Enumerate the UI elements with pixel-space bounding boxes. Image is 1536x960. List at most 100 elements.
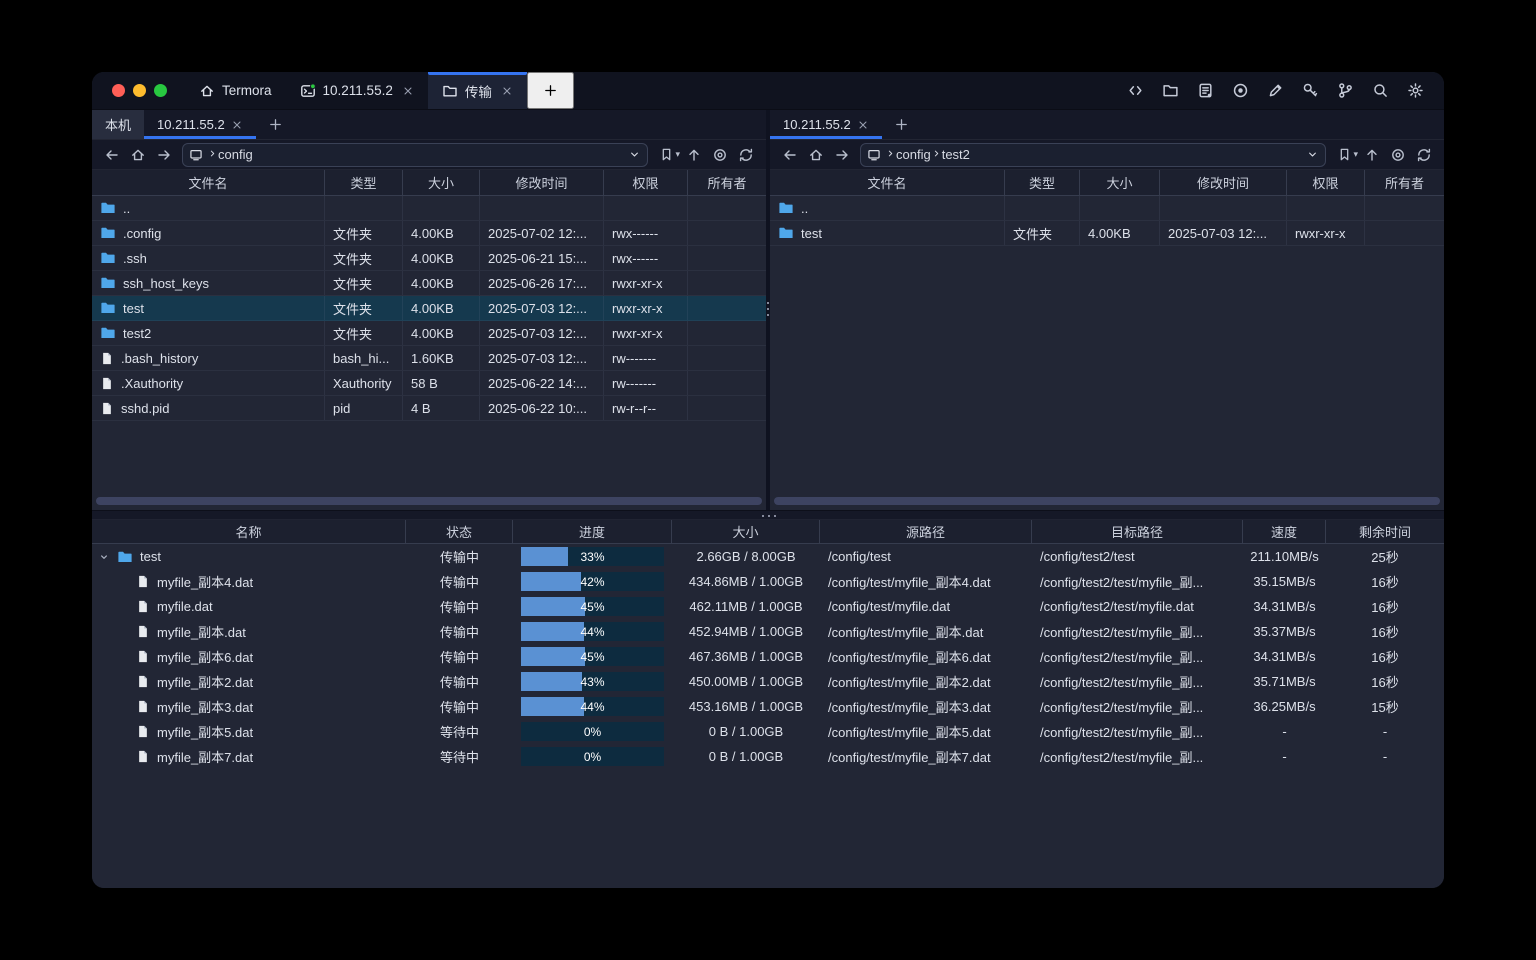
column-header[interactable]: 状态 — [406, 520, 513, 543]
transfer-row[interactable]: myfile_副本4.dat传输中42%434.86MB / 1.00GB/co… — [92, 569, 1444, 594]
path-segment[interactable]: test2 — [942, 147, 970, 162]
code-button[interactable] — [1122, 78, 1148, 104]
transfer-row[interactable]: myfile_副本6.dat传输中45%467.36MB / 1.00GB/co… — [92, 644, 1444, 669]
show-hidden-button[interactable] — [708, 143, 732, 167]
tab-remote-host[interactable]: 10.211.55.2 — [144, 110, 256, 139]
notes-button[interactable] — [1192, 78, 1218, 104]
transfer-row[interactable]: myfile_副本7.dat等待中0%0 B / 1.00GB/config/t… — [92, 744, 1444, 769]
column-header[interactable]: 大小 — [1080, 170, 1160, 195]
home-dir-button[interactable] — [804, 143, 828, 167]
file-icon — [136, 649, 150, 664]
column-header[interactable]: 大小 — [403, 170, 480, 195]
column-header[interactable]: 权限 — [604, 170, 688, 195]
back-button[interactable] — [778, 143, 802, 167]
transfer-row[interactable]: test传输中33%2.66GB / 8.00GB/config/test/co… — [92, 544, 1444, 569]
bookmark-caret-icon[interactable]: ▾ — [675, 149, 680, 160]
refresh-button[interactable] — [734, 143, 758, 167]
tab-remote-host[interactable]: 10.211.55.2 — [770, 110, 882, 139]
chevron-down-icon[interactable] — [628, 148, 641, 161]
home-dir-button[interactable] — [126, 143, 150, 167]
refresh-button[interactable] — [1412, 143, 1436, 167]
column-header[interactable]: 权限 — [1287, 170, 1365, 195]
cell-name: myfile_副本7.dat — [92, 744, 406, 769]
file-row[interactable]: .bash_historybash_hi...1.60KB2025-07-03 … — [92, 346, 766, 371]
cell-target: /config/test2/test/myfile_副... — [1032, 569, 1243, 594]
edit-button[interactable] — [1262, 78, 1288, 104]
transfer-row[interactable]: myfile_副本2.dat传输中43%450.00MB / 1.00GB/co… — [92, 669, 1444, 694]
file-row[interactable]: test2文件夹4.00KB2025-07-03 12:...rwxr-xr-x — [92, 321, 766, 346]
column-header[interactable]: 目标路径 — [1032, 520, 1243, 543]
forward-button[interactable] — [152, 143, 176, 167]
column-header[interactable]: 名称 — [92, 520, 406, 543]
chevron-down-icon[interactable] — [1306, 148, 1319, 161]
path-input[interactable]: config test2 — [860, 143, 1326, 167]
file-row[interactable]: .. — [92, 196, 766, 221]
file-row[interactable]: .ssh文件夹4.00KB2025-06-21 15:...rwx------ — [92, 246, 766, 271]
new-connection-button[interactable] — [882, 110, 921, 139]
cell-eta: - — [1326, 744, 1444, 769]
column-header[interactable]: 类型 — [1005, 170, 1080, 195]
file-row[interactable]: .. — [770, 196, 1444, 221]
close-icon[interactable] — [231, 119, 243, 131]
file-row[interactable]: sshd.pidpid4 B2025-06-22 10:...rw-r--r-- — [92, 396, 766, 421]
column-header[interactable]: 文件名 — [92, 170, 325, 195]
transfer-row[interactable]: myfile_副本5.dat等待中0%0 B / 1.00GB/config/t… — [92, 719, 1444, 744]
bookmark-group: ▾ — [654, 143, 680, 167]
search-button[interactable] — [1367, 78, 1393, 104]
forward-button[interactable] — [830, 143, 854, 167]
column-header[interactable]: 源路径 — [820, 520, 1032, 543]
transfer-row[interactable]: myfile_副本.dat传输中44%452.94MB / 1.00GB/con… — [92, 619, 1444, 644]
back-button[interactable] — [100, 143, 124, 167]
new-connection-button[interactable] — [256, 110, 295, 139]
path-segment[interactable]: config — [218, 147, 253, 162]
new-tab-button[interactable] — [527, 72, 574, 109]
column-header[interactable]: 大小 — [672, 520, 820, 543]
zoom-window-button[interactable] — [154, 84, 167, 97]
cell-source: /config/test/myfile_副本7.dat — [820, 744, 1032, 769]
column-header[interactable]: 修改时间 — [480, 170, 604, 195]
tab-local[interactable]: 本机 — [92, 110, 144, 139]
filename-text: test — [801, 226, 822, 241]
column-header[interactable]: 速度 — [1243, 520, 1326, 543]
file-row[interactable]: test文件夹4.00KB2025-07-03 12:...rwxr-xr-x — [770, 221, 1444, 246]
splitter-handle[interactable] — [767, 302, 769, 304]
record-button[interactable] — [1227, 78, 1253, 104]
cell-mtime: 2025-06-22 10:... — [480, 396, 604, 420]
file-row[interactable]: ssh_host_keys文件夹4.00KB2025-06-26 17:...r… — [92, 271, 766, 296]
tab-host-session[interactable]: 10.211.55.2 — [286, 72, 428, 109]
column-header[interactable]: 文件名 — [770, 170, 1005, 195]
close-icon[interactable] — [857, 119, 869, 131]
settings-button[interactable] — [1402, 78, 1428, 104]
column-header[interactable]: 所有者 — [1365, 170, 1444, 195]
show-hidden-button[interactable] — [1386, 143, 1410, 167]
key-button[interactable] — [1297, 78, 1323, 104]
column-header[interactable]: 进度 — [513, 520, 672, 543]
horizontal-splitter[interactable] — [92, 510, 1444, 520]
minimize-window-button[interactable] — [133, 84, 146, 97]
tab-termora[interactable]: Termora — [185, 72, 286, 109]
parent-dir-button[interactable] — [1360, 143, 1384, 167]
column-header[interactable]: 剩余时间 — [1326, 520, 1444, 543]
transfer-row[interactable]: myfile.dat传输中45%462.11MB / 1.00GB/config… — [92, 594, 1444, 619]
close-icon[interactable] — [501, 85, 513, 97]
horizontal-scrollbar[interactable] — [774, 497, 1440, 505]
column-header[interactable]: 所有者 — [688, 170, 766, 195]
transfer-row[interactable]: myfile_副本3.dat传输中44%453.16MB / 1.00GB/co… — [92, 694, 1444, 719]
parent-dir-button[interactable] — [682, 143, 706, 167]
column-header[interactable]: 类型 — [325, 170, 403, 195]
path-segment[interactable]: config — [896, 147, 931, 162]
splitter-handle[interactable] — [768, 515, 770, 517]
collapse-icon[interactable] — [98, 551, 110, 563]
branch-button[interactable] — [1332, 78, 1358, 104]
file-row[interactable]: test文件夹4.00KB2025-07-03 12:...rwxr-xr-x — [92, 296, 766, 321]
close-window-button[interactable] — [112, 84, 125, 97]
folder-button[interactable] — [1157, 78, 1183, 104]
file-row[interactable]: .config文件夹4.00KB2025-07-02 12:...rwx----… — [92, 221, 766, 246]
horizontal-scrollbar[interactable] — [96, 497, 762, 505]
column-header[interactable]: 修改时间 — [1160, 170, 1287, 195]
bookmark-caret-icon[interactable]: ▾ — [1353, 149, 1358, 160]
close-icon[interactable] — [402, 85, 414, 97]
tab-transfer[interactable]: 传输 — [428, 72, 527, 109]
file-row[interactable]: .XauthorityXauthority58 B2025-06-22 14:.… — [92, 371, 766, 396]
path-input[interactable]: config — [182, 143, 648, 167]
